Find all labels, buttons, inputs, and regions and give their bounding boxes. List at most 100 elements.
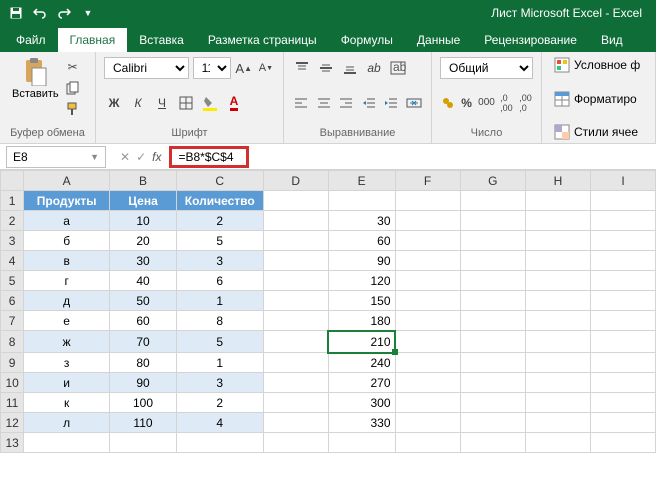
cell-styles-button[interactable]: Стили ячее [550, 123, 647, 141]
cell[interactable] [525, 373, 590, 393]
cell[interactable] [263, 191, 328, 211]
decrease-decimal-icon[interactable]: ,00,0 [518, 93, 533, 113]
align-left-icon[interactable] [292, 93, 311, 113]
cell[interactable] [591, 393, 656, 413]
col-header-H[interactable]: H [525, 171, 590, 191]
col-header-B[interactable]: B [110, 171, 177, 191]
cell[interactable]: 50 [110, 291, 177, 311]
italic-button[interactable]: К [128, 93, 148, 113]
cell[interactable] [525, 271, 590, 291]
row-header[interactable]: 9 [1, 353, 24, 373]
cell[interactable] [395, 393, 460, 413]
cell[interactable] [395, 353, 460, 373]
col-header-F[interactable]: F [395, 171, 460, 191]
redo-icon[interactable] [54, 3, 74, 23]
cell[interactable] [263, 271, 328, 291]
cell[interactable]: 8 [176, 311, 263, 331]
qat-customize-icon[interactable]: ▼ [78, 3, 98, 23]
accounting-format-icon[interactable] [440, 93, 455, 113]
cell[interactable] [591, 291, 656, 311]
cell[interactable]: 120 [328, 271, 395, 291]
cancel-icon[interactable]: ✕ [120, 150, 130, 164]
cell[interactable] [460, 311, 525, 331]
increase-indent-icon[interactable] [382, 93, 401, 113]
cell[interactable]: 1 [176, 291, 263, 311]
cell[interactable]: 300 [328, 393, 395, 413]
tab-formulas[interactable]: Формулы [329, 28, 405, 52]
tab-review[interactable]: Рецензирование [472, 28, 589, 52]
enter-icon[interactable]: ✓ [136, 150, 146, 164]
row-header[interactable]: 11 [1, 393, 24, 413]
cell[interactable] [460, 211, 525, 231]
col-header-G[interactable]: G [460, 171, 525, 191]
cell[interactable] [591, 311, 656, 331]
cell[interactable] [525, 393, 590, 413]
font-name-select[interactable]: Calibri [104, 57, 189, 79]
tab-file[interactable]: Файл [4, 28, 58, 52]
merge-icon[interactable] [405, 93, 424, 113]
cell[interactable] [591, 353, 656, 373]
cell[interactable] [263, 353, 328, 373]
bold-button[interactable]: Ж [104, 93, 124, 113]
cell[interactable]: 100 [110, 393, 177, 413]
cell[interactable]: 5 [176, 331, 263, 353]
cell[interactable] [525, 251, 590, 271]
cell[interactable] [263, 231, 328, 251]
cell[interactable]: 150 [328, 291, 395, 311]
undo-icon[interactable] [30, 3, 50, 23]
row-header[interactable]: 1 [1, 191, 24, 211]
cell[interactable] [395, 231, 460, 251]
cell[interactable] [525, 291, 590, 311]
increase-decimal-icon[interactable]: ,0,00 [499, 93, 514, 113]
cell[interactable]: 20 [110, 231, 177, 251]
cell[interactable] [263, 291, 328, 311]
cell[interactable] [525, 331, 590, 353]
row-header[interactable]: 2 [1, 211, 24, 231]
tab-view[interactable]: Вид [589, 28, 635, 52]
cell[interactable] [591, 433, 656, 453]
cell[interactable]: з [24, 353, 110, 373]
formula-input[interactable]: =B8*$C$4 [178, 150, 233, 164]
select-all-corner[interactable] [1, 171, 24, 191]
cell[interactable]: 2 [176, 393, 263, 413]
increase-font-icon[interactable]: A▲ [235, 58, 253, 78]
col-header-D[interactable]: D [263, 171, 328, 191]
cell[interactable]: 60 [328, 231, 395, 251]
row-header[interactable]: 8 [1, 331, 24, 353]
cell[interactable] [263, 331, 328, 353]
cell[interactable]: 4 [176, 413, 263, 433]
cell[interactable] [460, 393, 525, 413]
cell[interactable]: б [24, 231, 110, 251]
cell[interactable]: и [24, 373, 110, 393]
decrease-indent-icon[interactable] [360, 93, 379, 113]
cell[interactable] [460, 291, 525, 311]
cell[interactable] [525, 211, 590, 231]
cell[interactable]: Количество [176, 191, 263, 211]
cell[interactable] [395, 413, 460, 433]
conditional-formatting-button[interactable]: Условное ф [550, 56, 647, 74]
cell[interactable] [591, 373, 656, 393]
cell[interactable] [460, 413, 525, 433]
cell[interactable] [263, 311, 328, 331]
tab-data[interactable]: Данные [405, 28, 472, 52]
wrap-text-icon[interactable]: ab [388, 58, 408, 78]
save-icon[interactable] [6, 3, 26, 23]
row-header[interactable]: 5 [1, 271, 24, 291]
cell[interactable] [591, 271, 656, 291]
cell[interactable] [263, 251, 328, 271]
cell[interactable]: 240 [328, 353, 395, 373]
row-header[interactable]: 6 [1, 291, 24, 311]
cell[interactable]: 3 [176, 251, 263, 271]
orientation-icon[interactable]: ab [364, 58, 384, 78]
number-format-select[interactable]: Общий [440, 57, 533, 79]
cell[interactable]: 5 [176, 231, 263, 251]
cell[interactable]: к [24, 393, 110, 413]
cell[interactable]: е [24, 311, 110, 331]
format-painter-icon[interactable] [63, 99, 83, 118]
cell[interactable] [328, 191, 395, 211]
row-header[interactable]: 4 [1, 251, 24, 271]
cell[interactable]: л [24, 413, 110, 433]
row-header[interactable]: 13 [1, 433, 24, 453]
cell[interactable] [395, 251, 460, 271]
cell[interactable] [395, 373, 460, 393]
